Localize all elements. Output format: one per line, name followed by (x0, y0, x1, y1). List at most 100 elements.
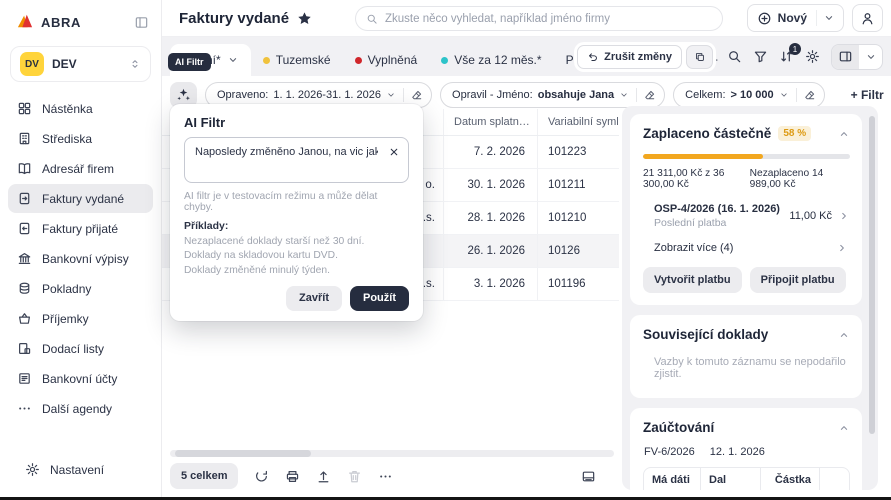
delete-button (347, 469, 362, 484)
table-search-button[interactable] (727, 49, 742, 64)
chip-chevron-down-icon (386, 90, 396, 100)
more-actions-button[interactable] (378, 469, 393, 484)
create-payment-button[interactable]: Vytvořit platbu (643, 267, 742, 293)
payment-progress-fill (643, 154, 763, 159)
column-header-variable-symbol[interactable]: Variabilní syml (537, 109, 619, 135)
delivery-note-icon (17, 341, 32, 356)
ai-filter-popup: AI Filtr AI filtr je v testovacím režimu… (170, 104, 423, 321)
collapse-chevron-up-icon[interactable] (838, 422, 850, 434)
print-button[interactable] (285, 469, 300, 484)
copy-icon (694, 51, 706, 63)
export-button[interactable] (316, 469, 331, 484)
brand-name: ABRA (41, 15, 81, 30)
chip-chevron-down-icon (779, 90, 789, 100)
tab-tuzemske[interactable]: Tuzemské (251, 44, 343, 76)
attach-payment-button[interactable]: Připojit platbu (750, 267, 846, 293)
row-count-badge: 5 celkem (170, 463, 238, 489)
new-record-split-button[interactable]: Nový (747, 4, 844, 32)
view-tabstrip: Hlavní* Tuzemské Vyplněná Vše za 12 měs.… (162, 37, 891, 76)
horizontal-scrollbar-thumb[interactable] (175, 450, 311, 457)
chip-clear-icon[interactable] (644, 89, 656, 101)
filter-chip-opravil-jmeno[interactable]: Opravil - Jméno: obsahuje Jana (440, 82, 665, 108)
sidebar-item-dalsi-agendy[interactable]: Další agendy (8, 394, 153, 423)
new-chevron-down-icon[interactable] (816, 10, 843, 26)
add-filter-button[interactable]: + Filtr (851, 88, 884, 102)
sort-count-badge: 1 (789, 43, 801, 55)
show-more-payments[interactable]: Zobrazit více (4) (654, 242, 848, 254)
close-button[interactable]: Zavřít (286, 286, 342, 311)
chip-clear-icon[interactable] (411, 89, 423, 101)
payment-reference: OSP-4/2026 (16. 1. 2026) (654, 203, 780, 215)
book-icon (17, 161, 32, 176)
sidebar-item-faktury-prijate[interactable]: Faktury přijaté (8, 214, 153, 243)
sidebar-item-nastaveni[interactable]: Nastavení (16, 455, 146, 484)
tab-vyplnena[interactable]: Vyplněná (343, 44, 430, 76)
filter-funnel-button[interactable] (753, 49, 768, 64)
tab-vse-za-12-mes[interactable]: Vše za 12 měs.* (429, 44, 553, 76)
workspace-switcher[interactable]: DV DEV (10, 46, 151, 82)
tab-dot-red (355, 57, 362, 64)
paid-amount: 21 311,00 Kč z 36 300,00 Kč (643, 168, 750, 190)
column-header-due-date[interactable]: Datum splatn… (443, 109, 537, 135)
payment-percent-badge: 58 % (778, 126, 811, 141)
collapse-chevron-up-icon[interactable] (838, 329, 850, 341)
accounting-card: Zaúčtování FV-6/2026 12. 1. 2026 Má dáti… (630, 408, 862, 490)
ai-filter-tooltip: AI Filtr (168, 53, 211, 71)
col-credit: Dal (700, 468, 760, 490)
collapse-chevron-up-icon[interactable] (838, 128, 850, 140)
detail-panel-toggle (831, 44, 883, 70)
detail-panel: Zaplaceno částečně 58 % 21 311,00 Kč z 3… (622, 106, 878, 490)
sidebar-item-pokladny[interactable]: Pokladny (8, 274, 153, 303)
filter-chip-celkem[interactable]: Celkem: > 10 000 (673, 82, 824, 108)
related-empty-message: Vazby k tomuto záznamu se nepodařilo zji… (654, 356, 850, 380)
panel-bottom-toggle-button[interactable] (581, 469, 596, 484)
sidebar-item-dodaci-listy[interactable]: Dodací listy (8, 334, 153, 363)
clear-input-close-icon[interactable] (388, 146, 400, 158)
discard-changes-button[interactable]: Zrušit změny (577, 45, 682, 69)
sidebar-item-strediska[interactable]: Střediska (8, 124, 153, 153)
panel-chevron-down-button[interactable] (859, 45, 882, 69)
chip-clear-icon[interactable] (804, 89, 816, 101)
invoice-in-icon (17, 221, 32, 236)
duplicate-view-button[interactable] (686, 45, 713, 69)
sidebar-item-nastenka[interactable]: Nástěnka (8, 94, 153, 123)
last-payment-item[interactable]: OSP-4/2026 (16. 1. 2026) Poslední platba… (654, 203, 850, 229)
dashboard-icon (17, 101, 32, 116)
global-search[interactable] (355, 6, 723, 31)
abra-logo-icon (16, 13, 34, 32)
search-input[interactable] (385, 13, 712, 25)
chevron-right-icon (836, 242, 848, 254)
sidebar-item-bankovni-vypisy[interactable]: Bankovní výpisy (8, 244, 153, 273)
payment-card-title: Zaplaceno částečně (643, 126, 771, 141)
coins-icon (17, 281, 32, 296)
unpaid-amount: Nezaplaceno 14 989,00 Kč (750, 168, 850, 190)
ai-popup-title: AI Filtr (184, 115, 409, 130)
workspace-name: DEV (52, 57, 77, 71)
sidebar-collapse-icon[interactable] (134, 15, 149, 30)
sidebar-item-faktury-vydane[interactable]: Faktury vydané (8, 184, 153, 213)
sidebar-item-bankovni-ucty[interactable]: Bankovní účty (8, 364, 153, 393)
panel-right-toggle-button[interactable] (832, 45, 859, 69)
apply-button[interactable]: Použít (350, 286, 409, 311)
table-settings-gear-button[interactable] (805, 49, 820, 64)
ellipsis-icon (17, 401, 32, 416)
content-area: Opraveno: 1. 1. 2026-31. 1. 2026 Opravil… (162, 76, 891, 497)
sidebar-item-adresar-firem[interactable]: Adresář firem (8, 154, 153, 183)
favorite-star-icon[interactable] (297, 11, 312, 26)
invoice-out-icon (17, 191, 32, 206)
detail-scrollbar[interactable] (869, 114, 875, 482)
search-icon (366, 13, 378, 25)
sidebar-item-prijemky[interactable]: Příjemky (8, 304, 153, 333)
ai-filter-input[interactable] (185, 138, 378, 158)
tab-dot-yellow (263, 57, 270, 64)
horizontal-scrollbar[interactable] (170, 450, 614, 457)
detail-scrollbar-thumb[interactable] (869, 116, 875, 434)
payment-amount: 11,00 Kč (789, 210, 832, 222)
refresh-button[interactable] (254, 469, 269, 484)
new-button-label: Nový (778, 11, 807, 25)
account-list-icon (17, 371, 32, 386)
user-menu-button[interactable] (852, 4, 883, 32)
table-footer: 5 celkem (170, 461, 614, 491)
sort-button[interactable]: 1 (779, 49, 794, 64)
related-documents-card: Související doklady Vazby k tomuto zázna… (630, 315, 862, 398)
